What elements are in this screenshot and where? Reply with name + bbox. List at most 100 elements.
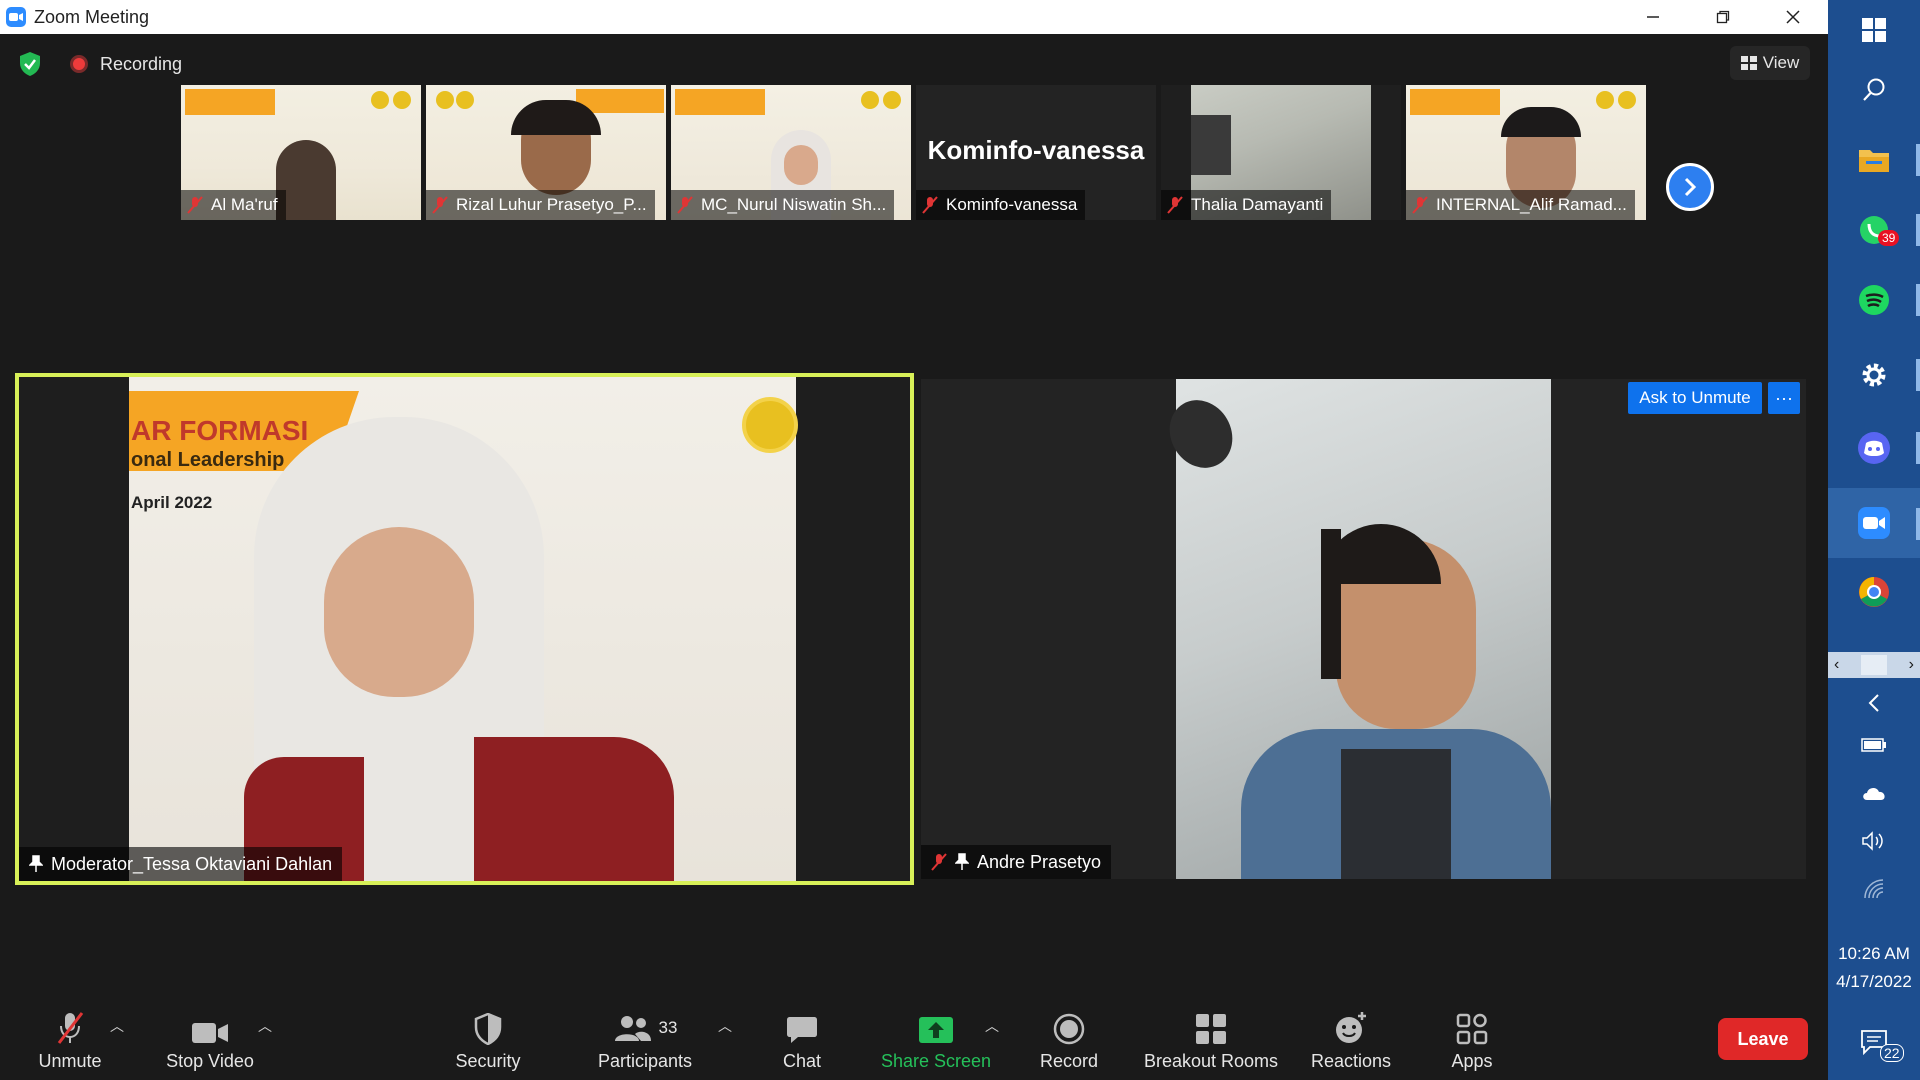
share-screen-button[interactable]: Share Screen (880, 1010, 992, 1072)
participant-name-tag: Kominfo-vanessa (916, 190, 1086, 220)
scroll-left-arrow[interactable]: ‹ (1834, 656, 1839, 674)
chrome-button[interactable] (1828, 562, 1920, 622)
running-indicator (1916, 144, 1920, 176)
participant-thumbnail[interactable]: MC_Nurul Niswatin Sh... (671, 85, 911, 220)
recording-dot-icon (70, 55, 88, 73)
next-page-button[interactable] (1666, 163, 1714, 211)
participant-name-tag: Andre Prasetyo (921, 845, 1112, 879)
system-clock[interactable]: 10:26 AM 4/17/2022 (1828, 940, 1920, 996)
onedrive-tray-button[interactable] (1828, 770, 1920, 816)
participant-name: Al Ma'ruf (211, 195, 278, 214)
whatsapp-button[interactable]: 39 (1828, 200, 1920, 260)
security-button[interactable]: Security (448, 1010, 528, 1072)
muted-mic-icon (922, 196, 938, 214)
speaker-icon (1862, 831, 1883, 851)
clock-time: 10:26 AM (1838, 944, 1910, 963)
stop-video-button[interactable]: Stop Video (160, 1010, 260, 1072)
chrome-icon (1859, 577, 1889, 607)
minimize-button[interactable] (1618, 0, 1688, 34)
spotify-button[interactable] (1828, 270, 1920, 330)
participant-name-tag: MC_Nurul Niswatin Sh... (671, 190, 895, 220)
participant-thumbnail[interactable]: Kominfo-vanessa Kominfo-vanessa (916, 85, 1156, 220)
start-button[interactable] (1828, 0, 1920, 60)
view-button[interactable]: View (1730, 46, 1810, 80)
chat-button[interactable]: Chat (770, 1010, 834, 1072)
notifications-count: 22 (1880, 1044, 1904, 1062)
speaker-name: Moderator_Tessa Oktaviani Dahlan (51, 853, 333, 874)
participant-name: Andre Prasetyo (977, 851, 1102, 872)
participant-name: Thalia Damayanti (1191, 195, 1324, 214)
security-label: Security (455, 1051, 521, 1071)
discord-button[interactable] (1828, 418, 1920, 478)
running-indicator (1916, 508, 1920, 540)
audio-options-caret[interactable]: ︿ (110, 1016, 124, 1036)
participant-video[interactable]: Andre Prasetyo (921, 379, 1806, 879)
slide-text-line-3: April 2022 (131, 493, 213, 512)
grid-view-icon (1740, 56, 1757, 70)
ask-to-unmute-button[interactable]: Ask to Unmute (1628, 382, 1762, 414)
participant-name: Rizal Luhur Prasetyo_P... (456, 195, 647, 214)
zoom-app-icon (6, 7, 26, 27)
share-options-caret[interactable]: ︿ (985, 1016, 999, 1036)
search-icon (1863, 78, 1885, 101)
scroll-right-arrow[interactable]: › (1909, 656, 1914, 674)
security-shield-icon (474, 1013, 502, 1045)
participant-thumbnail[interactable]: Rizal Luhur Prasetyo_P... (426, 85, 666, 220)
discord-icon (1858, 432, 1890, 464)
settings-button[interactable] (1828, 345, 1920, 405)
participant-thumbnail[interactable]: Al Ma'ruf (181, 85, 421, 220)
apps-button[interactable]: Apps (1444, 1010, 1500, 1072)
close-button[interactable] (1758, 0, 1828, 34)
battery-tray-button[interactable] (1828, 722, 1920, 768)
pin-icon (955, 853, 969, 870)
slide-text-line-1: AR FORMASI (131, 415, 309, 446)
share-screen-label: Share Screen (880, 1051, 992, 1071)
breakout-rooms-button[interactable]: Breakout Rooms (1140, 1010, 1282, 1072)
participants-button[interactable]: 33 Participants (590, 1010, 700, 1072)
window-title-bar: Zoom Meeting (0, 0, 1828, 34)
unmute-button[interactable]: Unmute (30, 1010, 110, 1072)
spotify-icon (1859, 285, 1889, 315)
action-center-button[interactable]: 22 (1828, 1010, 1920, 1074)
leave-button[interactable]: Leave (1718, 1018, 1808, 1060)
unmute-label: Unmute (38, 1051, 102, 1071)
record-button[interactable]: Record (1036, 1010, 1102, 1072)
search-button[interactable] (1828, 60, 1920, 120)
zoom-taskbar-button[interactable] (1828, 488, 1920, 558)
encryption-shield-icon[interactable] (16, 50, 44, 78)
chevron-right-icon (1684, 177, 1697, 197)
taskbar-scroller[interactable]: ‹ › (1828, 652, 1920, 678)
breakout-rooms-label: Breakout Rooms (1143, 1051, 1279, 1071)
speaker-name-tag: Moderator_Tessa Oktaviani Dahlan (19, 847, 343, 881)
restore-button[interactable] (1688, 0, 1758, 34)
participant-name: MC_Nurul Niswatin Sh... (701, 195, 887, 214)
reactions-button[interactable]: Reactions (1308, 1010, 1394, 1072)
muted-mic-icon (432, 196, 448, 214)
record-label: Record (1039, 1051, 1099, 1071)
slide-text-line-2: onal Leadership (131, 449, 285, 471)
window-title: Zoom Meeting (34, 6, 150, 27)
clock-date: 4/17/2022 (1836, 972, 1912, 991)
chevron-left-icon (1868, 694, 1879, 712)
participant-display-name: Kominfo-vanessa (927, 135, 1145, 165)
network-tray-button[interactable] (1828, 866, 1920, 912)
video-options-caret[interactable]: ︿ (258, 1016, 272, 1036)
scroll-thumb[interactable] (1861, 655, 1887, 675)
participant-thumbnail[interactable]: Thalia Damayanti (1161, 85, 1401, 220)
record-icon (1053, 1013, 1085, 1045)
file-explorer-button[interactable] (1828, 130, 1920, 190)
windows-taskbar: 39 22 (1828, 0, 1920, 1080)
windows-logo-icon (1862, 18, 1886, 42)
participants-label: Participants (597, 1051, 693, 1071)
volume-tray-button[interactable] (1828, 818, 1920, 864)
participant-name: Kominfo-vanessa (946, 195, 1078, 214)
more-options-button[interactable]: ··· (1768, 382, 1800, 414)
gear-icon (1862, 363, 1886, 387)
participants-options-caret[interactable]: ︿ (718, 1016, 732, 1036)
participant-name-tag: Al Ma'ruf (181, 190, 286, 220)
apps-icon (1456, 1013, 1488, 1045)
participant-thumbnail[interactable]: INTERNAL_Alif Ramad... (1406, 85, 1646, 220)
running-indicator (1916, 214, 1920, 246)
participants-count: 33 (658, 1017, 678, 1037)
active-speaker-video[interactable]: AR FORMASI onal Leadership April 2022 Mo… (15, 373, 914, 885)
